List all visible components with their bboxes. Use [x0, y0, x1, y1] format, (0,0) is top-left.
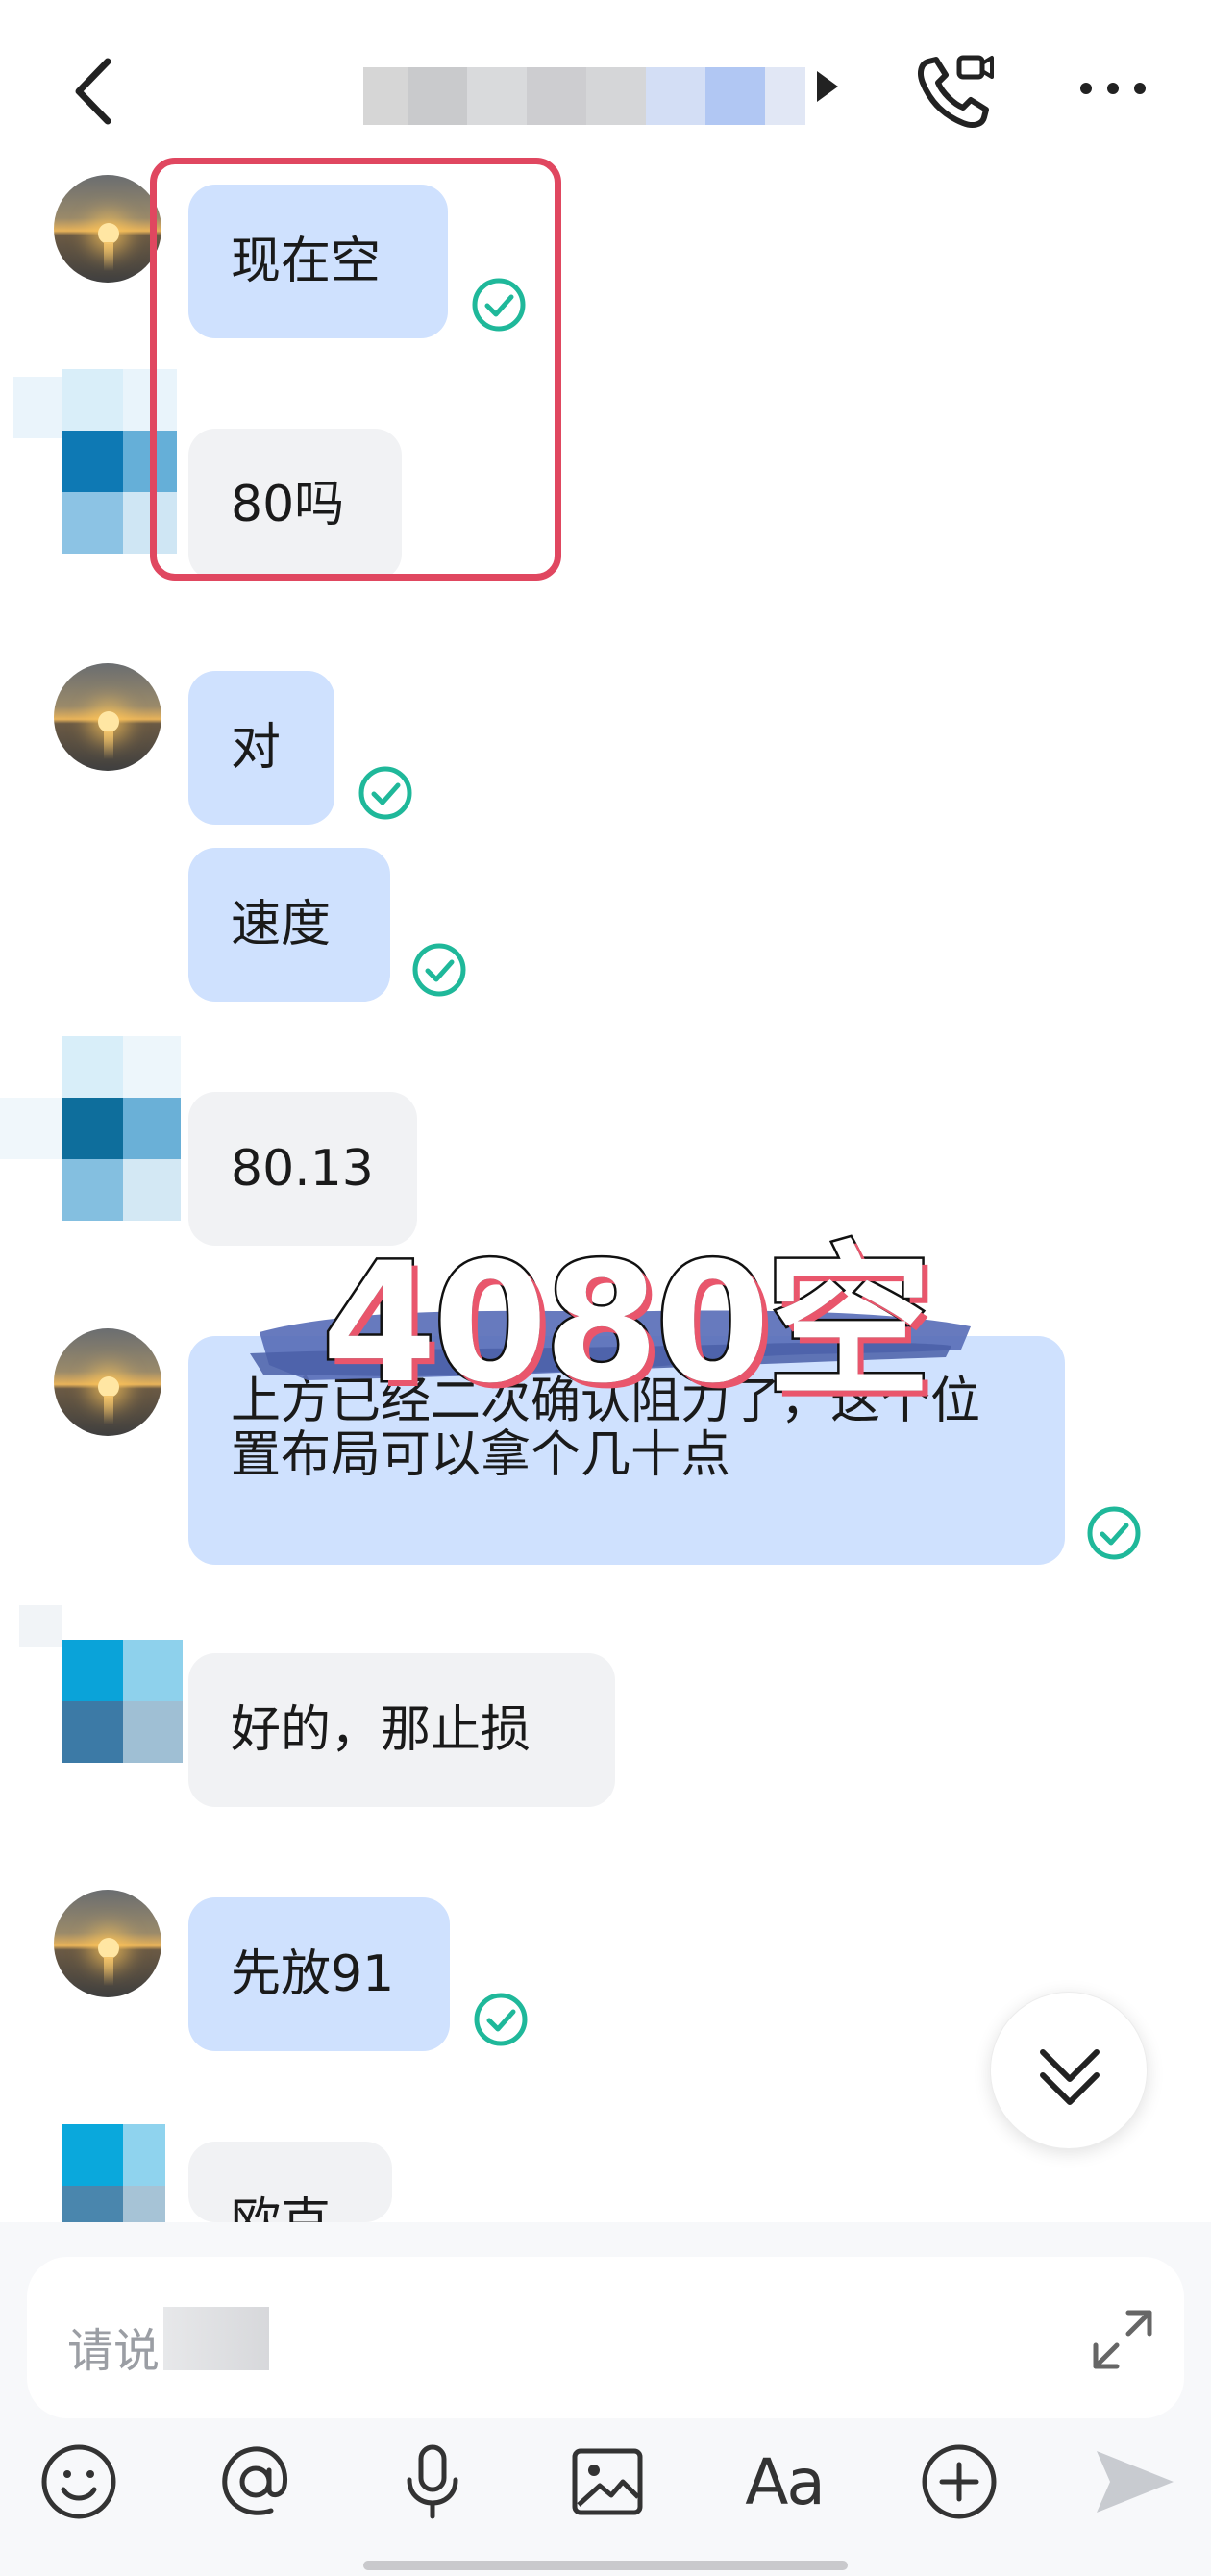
ellipsis-icon [1080, 83, 1146, 94]
message-text: 好的，那止损 [231, 1701, 531, 1759]
plus-circle-icon [922, 2444, 997, 2519]
font-button[interactable]: Aa [736, 2434, 832, 2530]
read-check-icon [358, 766, 412, 820]
avatar[interactable] [54, 663, 161, 771]
input-placeholder: 请说 [67, 2324, 161, 2378]
caret-right-icon[interactable] [817, 71, 838, 102]
more-options-button[interactable] [1075, 69, 1151, 108]
image-button[interactable] [559, 2434, 655, 2530]
read-check-icon [474, 1993, 528, 2046]
expand-input-button[interactable] [1084, 2301, 1161, 2378]
contact-name-obscured[interactable] [363, 58, 805, 125]
message-text: 先放91 [231, 1945, 395, 2003]
more-tools-button[interactable] [911, 2434, 1007, 2530]
send-icon [1097, 2451, 1174, 2513]
scroll-to-bottom-button[interactable] [990, 1992, 1148, 2149]
read-check-icon [1087, 1506, 1141, 1560]
avatar[interactable] [54, 175, 161, 283]
phone-video-icon [918, 55, 994, 128]
message-bubble[interactable]: 对 [188, 671, 334, 825]
chevron-left-icon [75, 58, 111, 125]
message-bubble[interactable]: 先放91 [188, 1897, 450, 2051]
expand-arrows-icon [1093, 2310, 1152, 2369]
avatar[interactable] [54, 1890, 161, 1997]
mention-icon [222, 2446, 288, 2515]
message-bubble[interactable]: 欧克 [188, 2142, 392, 2222]
message-bubble[interactable]: 速度 [188, 848, 390, 1002]
double-chevron-down-icon [1040, 2049, 1100, 2105]
obscured-region [163, 2307, 269, 2370]
send-button[interactable] [1086, 2434, 1182, 2530]
avatar[interactable] [54, 1328, 161, 1436]
emoji-button[interactable] [31, 2434, 127, 2530]
input-toolbar: Aa [0, 2434, 1211, 2549]
message-text: 对 [231, 719, 282, 777]
emoji-icon [41, 2444, 116, 2519]
message-input[interactable]: 请说 [27, 2257, 1184, 2418]
microphone-icon [407, 2444, 458, 2519]
image-icon [572, 2448, 643, 2515]
call-button[interactable] [911, 46, 998, 133]
overlay-caption: 4080空 [250, 1188, 980, 1423]
voice-button[interactable] [384, 2434, 481, 2530]
font-aa-icon: Aa [745, 2444, 826, 2519]
mention-button[interactable] [208, 2434, 304, 2530]
highlight-annotation [150, 158, 561, 581]
chat-header [0, 0, 1211, 173]
message-text: 欧克 [231, 2193, 332, 2222]
back-button[interactable] [58, 48, 135, 135]
overlay-caption-text: 4080空 [319, 1225, 934, 1423]
read-check-icon [412, 943, 466, 997]
message-text: 速度 [231, 896, 332, 954]
message-bubble[interactable]: 好的，那止损 [188, 1653, 615, 1807]
message-text: 80.13 [231, 1140, 374, 1198]
home-indicator [363, 2561, 848, 2570]
